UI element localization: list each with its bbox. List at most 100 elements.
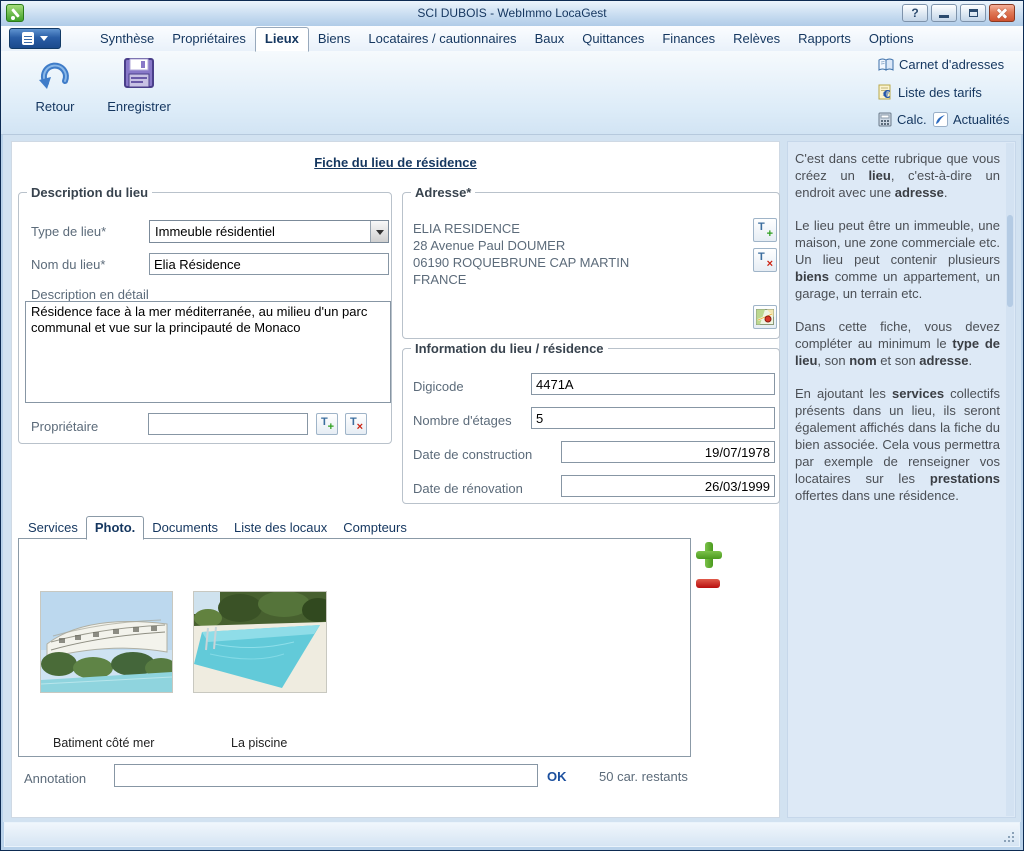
news-label: Actualités bbox=[953, 112, 1009, 127]
restore-button[interactable] bbox=[960, 4, 986, 22]
description-group: Description du lieu Type de lieu* Immeub… bbox=[18, 192, 392, 444]
tab-lieux[interactable]: Lieux bbox=[255, 27, 309, 52]
annotation-label: Annotation bbox=[24, 771, 86, 786]
help-button[interactable]: ? bbox=[902, 4, 928, 22]
tab-releves[interactable]: Relèves bbox=[724, 27, 789, 51]
save-button[interactable]: Enregistrer bbox=[101, 54, 177, 130]
subtab-services[interactable]: Services bbox=[20, 517, 86, 539]
help-scrollbar[interactable] bbox=[1006, 143, 1014, 816]
tab-biens[interactable]: Biens bbox=[309, 27, 360, 51]
scrollbar-thumb[interactable] bbox=[1007, 215, 1013, 307]
menu-pages-icon bbox=[22, 32, 34, 45]
owner-label: Propriétaire bbox=[31, 419, 98, 434]
window-controls: ? bbox=[902, 4, 1015, 22]
restore-icon bbox=[969, 9, 978, 17]
chars-remaining: 50 car. restants bbox=[599, 769, 688, 784]
status-bar bbox=[4, 822, 1020, 847]
detail-textarea[interactable]: Résidence face à la mer méditerranée, au… bbox=[25, 301, 391, 403]
show-on-map-button[interactable] bbox=[753, 305, 777, 329]
svg-text:€: € bbox=[882, 88, 891, 100]
clear-owner-button[interactable]: T× bbox=[345, 413, 367, 435]
tariff-euro-icon: € bbox=[878, 84, 893, 100]
detail-tabs: Services Photo. Documents Liste des loca… bbox=[20, 516, 415, 539]
plus-icon: + bbox=[767, 228, 773, 240]
digicode-label: Digicode bbox=[413, 379, 464, 394]
digicode-input[interactable] bbox=[531, 373, 775, 395]
type-label: Type de lieu* bbox=[31, 224, 106, 239]
type-select-value: Immeuble résidentiel bbox=[150, 224, 370, 239]
tariff-list-label: Liste des tarifs bbox=[898, 85, 982, 100]
info-group-title: Information du lieu / résidence bbox=[411, 341, 608, 356]
help-panel: C'est dans cette rubrique que vous créez… bbox=[787, 141, 1016, 818]
title-bar[interactable]: SCI DUBOIS - WebImmo LocaGest ? bbox=[1, 1, 1023, 26]
cross-icon: × bbox=[357, 421, 363, 433]
pool-photo-thumbnail[interactable] bbox=[193, 591, 327, 693]
photo-list: Batiment côté mer La piscine bbox=[18, 538, 691, 757]
address-text: ELIA RESIDENCE 28 Avenue Paul DOUMER 061… bbox=[413, 220, 629, 288]
back-label: Retour bbox=[35, 99, 74, 114]
tab-locataires-cautionnaires[interactable]: Locataires / cautionnaires bbox=[359, 27, 525, 51]
undo-arrow-icon bbox=[35, 54, 75, 94]
address-book-button[interactable]: Carnet d'adresses bbox=[878, 57, 1004, 72]
select-owner-button[interactable]: T+ bbox=[316, 413, 338, 435]
dropdown-button[interactable] bbox=[370, 221, 388, 242]
tab-finances[interactable]: Finances bbox=[653, 27, 724, 51]
description-group-title: Description du lieu bbox=[27, 185, 152, 200]
name-input[interactable] bbox=[149, 253, 389, 275]
tariff-list-button[interactable]: € Liste des tarifs bbox=[878, 84, 982, 100]
form-panel: Fiche du lieu de résidence Description d… bbox=[11, 141, 780, 818]
address-group-title: Adresse* bbox=[411, 185, 475, 200]
plus-icon: + bbox=[328, 421, 334, 433]
main-tabs: Synthèse Propriétaires Lieux Biens Locat… bbox=[91, 26, 923, 51]
add-photo-button[interactable] bbox=[696, 542, 722, 568]
window-title: SCI DUBOIS - WebImmo LocaGest bbox=[1, 6, 1023, 20]
name-label: Nom du lieu* bbox=[31, 257, 105, 272]
floors-label: Nombre d'étages bbox=[413, 413, 512, 428]
remove-photo-button[interactable] bbox=[696, 579, 720, 588]
calculator-button[interactable]: Calc. bbox=[878, 112, 927, 127]
tab-baux[interactable]: Baux bbox=[526, 27, 574, 51]
edit-address-button[interactable]: T+ bbox=[753, 218, 777, 242]
subtab-liste-des-locaux[interactable]: Liste des locaux bbox=[226, 517, 335, 539]
calculator-label: Calc. bbox=[897, 112, 927, 127]
calculator-icon bbox=[878, 112, 892, 127]
cross-icon: × bbox=[767, 258, 773, 270]
construction-date-label: Date de construction bbox=[413, 447, 532, 462]
help-text: C'est dans cette rubrique que vous créez… bbox=[795, 150, 1000, 520]
toolbar: Retour Enregistrer Carnet d' bbox=[1, 51, 1023, 135]
subtab-documents[interactable]: Documents bbox=[144, 517, 226, 539]
close-button[interactable] bbox=[989, 4, 1015, 22]
tab-synthese[interactable]: Synthèse bbox=[91, 27, 163, 51]
application-menu-button[interactable] bbox=[9, 28, 61, 49]
address-book-label: Carnet d'adresses bbox=[899, 57, 1004, 72]
page-title: Fiche du lieu de résidence bbox=[12, 155, 779, 170]
annotation-input[interactable] bbox=[114, 764, 538, 787]
menu-bar: Synthèse Propriétaires Lieux Biens Locat… bbox=[1, 26, 1023, 51]
photo-caption: La piscine bbox=[231, 736, 287, 750]
floors-input[interactable] bbox=[531, 407, 775, 429]
resize-grip[interactable] bbox=[1012, 840, 1014, 842]
tab-options[interactable]: Options bbox=[860, 27, 923, 51]
construction-date-input[interactable] bbox=[561, 441, 775, 463]
renovation-date-input[interactable] bbox=[561, 475, 775, 497]
address-group: Adresse* ELIA RESIDENCE 28 Avenue Paul D… bbox=[402, 192, 780, 339]
clear-address-button[interactable]: T× bbox=[753, 248, 777, 272]
floppy-disk-icon bbox=[119, 54, 159, 94]
minimize-icon bbox=[939, 15, 949, 18]
news-button[interactable]: Actualités bbox=[933, 112, 1009, 127]
renovation-date-label: Date de rénovation bbox=[413, 481, 523, 496]
annotation-ok-button[interactable]: OK bbox=[547, 769, 567, 784]
subtab-photo[interactable]: Photo. bbox=[86, 516, 144, 540]
back-button[interactable]: Retour bbox=[17, 54, 93, 130]
chevron-down-icon bbox=[376, 230, 384, 239]
tab-proprietaires[interactable]: Propriétaires bbox=[163, 27, 255, 51]
building-photo-thumbnail[interactable] bbox=[40, 591, 173, 693]
type-select[interactable]: Immeuble résidentiel bbox=[149, 220, 389, 243]
address-book-icon bbox=[878, 58, 894, 72]
tab-rapports[interactable]: Rapports bbox=[789, 27, 860, 51]
owner-input[interactable] bbox=[148, 413, 308, 435]
tab-quittances[interactable]: Quittances bbox=[573, 27, 653, 51]
news-feather-icon bbox=[933, 112, 948, 127]
subtab-compteurs[interactable]: Compteurs bbox=[335, 517, 415, 539]
minimize-button[interactable] bbox=[931, 4, 957, 22]
